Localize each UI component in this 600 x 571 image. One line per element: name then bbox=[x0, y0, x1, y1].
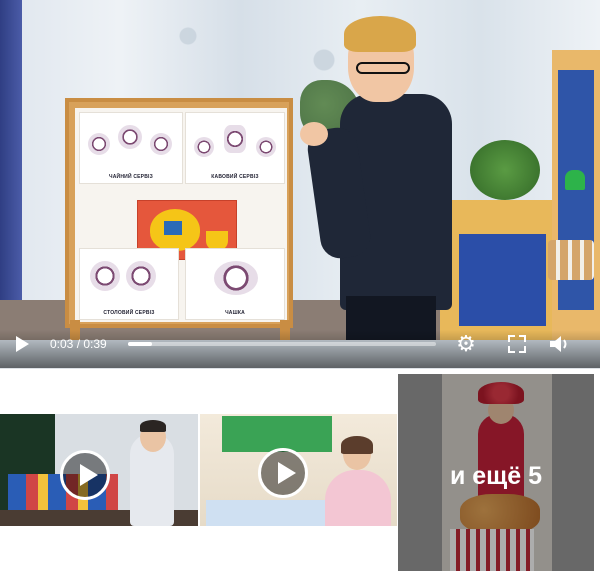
shelf-tall bbox=[552, 50, 600, 340]
dish-icon bbox=[118, 125, 142, 149]
boy-hair bbox=[344, 16, 416, 52]
teapot-icon bbox=[150, 209, 200, 251]
dish-icon bbox=[88, 133, 110, 155]
fullscreen-icon[interactable] bbox=[508, 335, 526, 353]
easel: ЧАЙНИЙ СЕРВІЗ КАВОВИЙ СЕРВІЗ СТОЛОВИЙ СЕ… bbox=[65, 98, 293, 328]
dish-icon bbox=[194, 137, 214, 157]
time-display: 0:03 / 0:39 bbox=[50, 337, 107, 351]
time-separator: / bbox=[73, 337, 84, 351]
girl bbox=[325, 470, 391, 526]
card-label: КАВОВИЙ СЕРВІЗ bbox=[211, 174, 259, 180]
girl-head bbox=[341, 436, 373, 470]
thumbnail-video-1[interactable] bbox=[0, 414, 198, 526]
dish-icon bbox=[90, 261, 120, 291]
card-label: СТОЛОВИЙ СЕРВІЗ bbox=[103, 310, 155, 316]
thumbnail-video-2[interactable] bbox=[200, 414, 397, 526]
boy-head bbox=[140, 420, 166, 452]
main-video[interactable]: ЧАЙНИЙ СЕРВІЗ КАВОВИЙ СЕРВІЗ СТОЛОВИЙ СЕ… bbox=[0, 0, 600, 368]
dish-icon bbox=[224, 125, 246, 153]
boy bbox=[305, 16, 460, 340]
time-total: 0:39 bbox=[83, 337, 107, 351]
card-table-set: СТОЛОВИЙ СЕРВІЗ bbox=[79, 248, 179, 320]
jars bbox=[548, 240, 594, 280]
time-current: 0:03 bbox=[50, 337, 74, 351]
video-frame: ЧАЙНИЙ СЕРВІЗ КАВОВИЙ СЕРВІЗ СТОЛОВИЙ СЕ… bbox=[0, 0, 600, 368]
progress-bar[interactable] bbox=[128, 342, 436, 346]
more-count-label[interactable]: и ещё 5 bbox=[398, 462, 594, 491]
card-coffee-set: КАВОВИЙ СЕРВІЗ bbox=[185, 112, 285, 184]
play-icon[interactable] bbox=[60, 450, 110, 500]
card-label: ЧАШКА bbox=[225, 310, 245, 316]
post-media: ЧАЙНИЙ СЕРВІЗ КАВОВИЙ СЕРВІЗ СТОЛОВИЙ СЕ… bbox=[0, 0, 600, 571]
glasses bbox=[356, 62, 410, 74]
boy-hand bbox=[300, 122, 328, 146]
play-icon[interactable] bbox=[16, 336, 29, 352]
dish-icon bbox=[126, 261, 156, 291]
divider bbox=[0, 368, 600, 369]
card-cup: ЧАШКА bbox=[185, 248, 285, 320]
card-tea-set: ЧАЙНИЙ СЕРВІЗ bbox=[79, 112, 183, 184]
volume-icon[interactable] bbox=[548, 333, 572, 355]
plant bbox=[470, 140, 540, 200]
progress-fill bbox=[128, 342, 152, 346]
shelf-cabinet bbox=[455, 230, 550, 330]
play-icon[interactable] bbox=[258, 448, 308, 498]
card-label: ЧАЙНИЙ СЕРВІЗ bbox=[109, 174, 153, 180]
gear-icon[interactable]: ⚙ bbox=[455, 333, 477, 355]
cup-icon bbox=[214, 261, 258, 295]
poster-board: ЧАЙНИЙ СЕРВІЗ КАВОВИЙ СЕРВІЗ СТОЛОВИЙ СЕ… bbox=[75, 108, 287, 322]
thumbnail-more[interactable]: и ещё 5 bbox=[398, 374, 594, 571]
dish-icon bbox=[256, 137, 276, 157]
blue-drape bbox=[0, 0, 22, 330]
dish-icon bbox=[150, 133, 172, 155]
wall-frame bbox=[222, 416, 332, 452]
toy-frog bbox=[565, 170, 585, 190]
table bbox=[206, 500, 326, 526]
